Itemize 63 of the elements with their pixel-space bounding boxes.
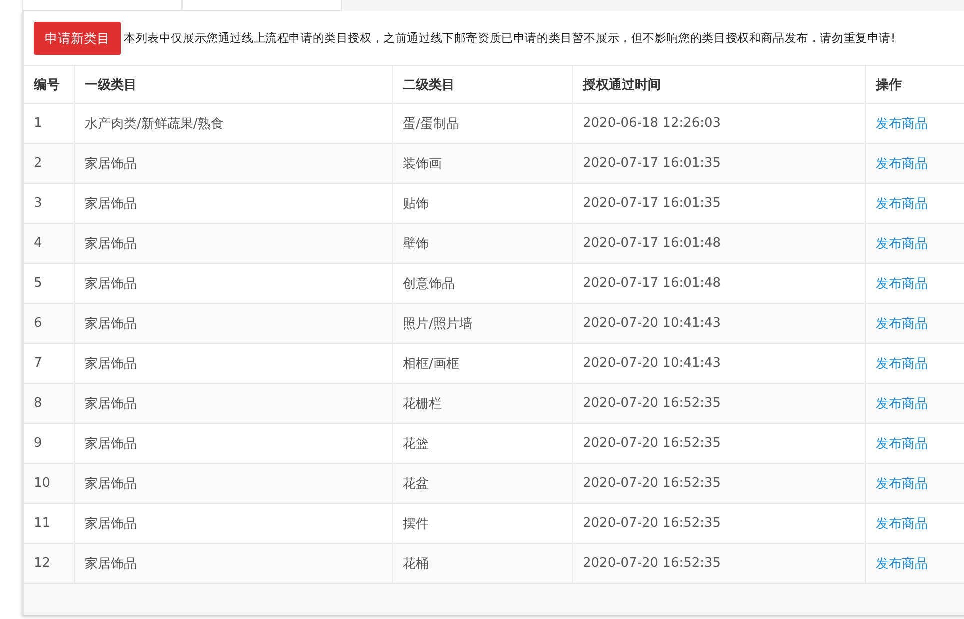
table-cell: 9 (24, 423, 75, 463)
table-cell: 贴饰 (393, 183, 573, 223)
table-cell: 1 (24, 103, 75, 143)
table-cell: 10 (24, 463, 75, 503)
table-cell: 4 (24, 223, 75, 263)
publish-link[interactable]: 发布商品 (876, 474, 928, 492)
table-cell: 花篮 (393, 423, 573, 463)
table-cell: 3 (24, 183, 75, 223)
table-cell: 家居饰品 (75, 503, 393, 543)
table-cell: 花栅栏 (393, 383, 573, 423)
table-cell: 家居饰品 (75, 143, 393, 183)
table-cell: 5 (24, 263, 75, 303)
table-cell: 2020-07-17 16:01:35 (573, 183, 866, 223)
table-cell: 2 (24, 143, 75, 183)
table-cell: 相框/画框 (393, 343, 573, 383)
apply-button[interactable]: 申请新类目 (34, 22, 121, 55)
table-cell: 2020-07-20 16:52:35 (573, 383, 866, 423)
table-cell: 水产肉类/新鲜蔬果/熟食 (75, 103, 393, 143)
publish-link[interactable]: 发布商品 (876, 314, 928, 332)
publish-link[interactable]: 发布商品 (876, 394, 928, 412)
table-cell: 2020-07-20 16:52:35 (573, 543, 866, 583)
column-header: 一级类目 (75, 65, 393, 103)
table-cell: 2020-07-20 10:41:43 (573, 343, 866, 383)
table-cell: 家居饰品 (75, 223, 393, 263)
table-cell: 家居饰品 (75, 183, 393, 223)
table-cell: 2020-07-17 16:01:35 (573, 143, 866, 183)
table-cell: 家居饰品 (75, 303, 393, 343)
column-header: 二级类目 (393, 65, 573, 103)
tab[interactable] (182, 0, 342, 11)
table-cell: 装饰画 (393, 143, 573, 183)
table-cell: 家居饰品 (75, 343, 393, 383)
table-cell: 壁饰 (393, 223, 573, 263)
table-cell: 摆件 (393, 503, 573, 543)
table-cell: 家居饰品 (75, 263, 393, 303)
publish-link[interactable]: 发布商品 (876, 234, 928, 252)
tab[interactable] (22, 0, 182, 11)
table-cell: 2020-07-17 16:01:48 (573, 263, 866, 303)
column-header: 编号 (24, 65, 75, 103)
table-cell: 创意饰品 (393, 263, 573, 303)
table-cell: 6 (24, 303, 75, 343)
table-cell: 花盆 (393, 463, 573, 503)
table-cell: 蛋/蛋制品 (393, 103, 573, 143)
table-cell: 8 (24, 383, 75, 423)
table-cell: 花桶 (393, 543, 573, 583)
column-header: 授权通过时间 (573, 65, 866, 103)
table-cell: 家居饰品 (75, 383, 393, 423)
table-cell: 照片/照片墙 (393, 303, 573, 343)
table-cell: 2020-07-20 16:52:35 (573, 463, 866, 503)
table-cell: 2020-06-18 12:26:03 (573, 103, 866, 143)
publish-link[interactable]: 发布商品 (876, 154, 928, 172)
table-cell: 2020-07-20 16:52:35 (573, 503, 866, 543)
table-cell: 2020-07-20 16:52:35 (573, 423, 866, 463)
table-cell: 家居饰品 (75, 423, 393, 463)
publish-link[interactable]: 发布商品 (876, 554, 928, 572)
table-cell: 家居饰品 (75, 543, 393, 583)
table-cell: 7 (24, 343, 75, 383)
table-cell: 11 (24, 503, 75, 543)
column-header: 操作 (866, 65, 964, 103)
table-cell: 2020-07-17 16:01:48 (573, 223, 866, 263)
notice-text: 本列表中仅展示您通过线上流程申请的类目授权，之前通过线下邮寄资质已申请的类目暂不展示，但不影响您的类目授权和商品发布，请勿重复申请! (124, 31, 896, 46)
table-cell: 12 (24, 543, 75, 583)
table-cell: 2020-07-20 10:41:43 (573, 303, 866, 343)
table-cell: 家居饰品 (75, 463, 393, 503)
